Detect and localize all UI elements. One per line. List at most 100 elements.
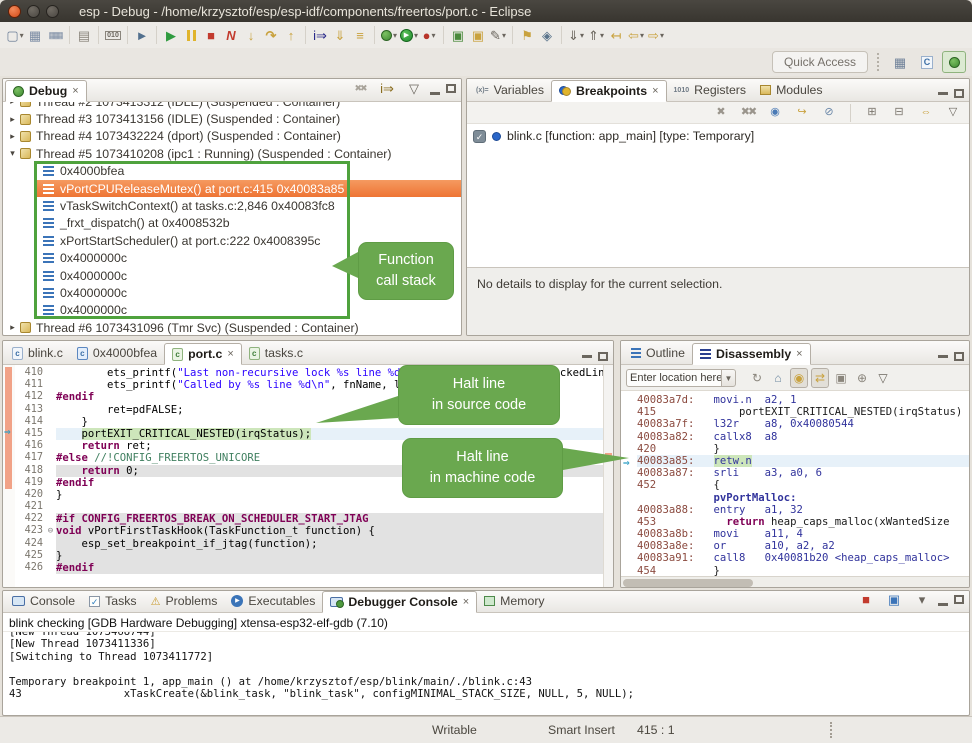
tab-executables[interactable]: ▶Executables (224, 590, 322, 612)
maximize-button[interactable] (598, 352, 608, 361)
tab-debug[interactable]: Debug× (5, 80, 87, 102)
window-maximize-button[interactable] (46, 5, 59, 18)
remove-all-terminated-button[interactable]: ✖✖ (350, 78, 370, 98)
quick-access-button[interactable]: Quick Access (772, 51, 868, 73)
stack-frame-row[interactable]: vTaskSwitchContext() at tasks.c:2,846 0x… (3, 197, 461, 214)
link-with-debug-view-toggle[interactable]: ⇔ (916, 103, 936, 123)
step-over-button[interactable]: ↷ (261, 25, 281, 45)
track-pc-toggle[interactable]: ◉ (790, 368, 808, 388)
minimize-button[interactable] (938, 92, 948, 95)
run-button[interactable]: ▶▾ (399, 25, 419, 45)
toggle-mark-occurrences[interactable]: ⚑ (517, 25, 537, 45)
save-all-button[interactable]: ▦▦ (45, 25, 65, 45)
dropdown-arrow-icon[interactable]: ▾ (393, 31, 397, 40)
tab-modules[interactable]: Modules (753, 79, 829, 101)
close-icon[interactable]: × (72, 85, 78, 97)
maximize-button[interactable] (954, 595, 964, 604)
thread-row[interactable]: ▸Thread #6 1073431096 (Tmr Svc) (Suspend… (3, 319, 461, 336)
dropdown-arrow-icon[interactable]: ▾ (640, 31, 644, 40)
close-icon[interactable]: × (227, 348, 233, 360)
window-minimize-button[interactable] (27, 5, 40, 18)
search-button[interactable]: ✎▾ (488, 25, 508, 45)
dropdown-arrow-icon[interactable]: ▾ (414, 31, 418, 40)
open-new-view-button[interactable]: ▣ (832, 368, 850, 388)
display-selected-console-button[interactable]: ▣ (884, 590, 904, 609)
save-button[interactable]: ▦ (25, 25, 45, 45)
open-perspective-button[interactable]: ▦ (888, 51, 912, 73)
location-input[interactable]: Enter location here (626, 369, 721, 387)
show-breakpoints-for-selected-button[interactable]: ◉ (765, 103, 785, 123)
skip-all-breakpoints-button[interactable]: ► (132, 25, 152, 45)
debug-perspective-button[interactable] (942, 51, 966, 73)
tree-twisty-icon[interactable]: ▾ (6, 148, 19, 159)
resume-button[interactable]: ▶ (161, 25, 181, 45)
breakpoint-checkbox[interactable]: ✓ (473, 130, 486, 143)
view-menu-button[interactable]: ▽ (404, 78, 424, 98)
dropdown-arrow-icon[interactable]: ▾ (600, 31, 604, 40)
tab-0x4000bfea[interactable]: c0x4000bfea (70, 342, 164, 364)
close-icon[interactable]: × (463, 596, 469, 608)
home-button[interactable]: ⌂ (769, 368, 787, 388)
thread-row[interactable]: ▸Thread #3 1073413156 (IDLE) (Suspended … (3, 110, 461, 127)
stack-frame-row[interactable]: 0x4000bfea (3, 163, 461, 180)
instruction-stepping-toggle[interactable]: i⇒ (310, 25, 330, 45)
skip-all-breakpoints-toggle[interactable]: ⊘ (819, 103, 839, 123)
tab-tasks[interactable]: ✓Tasks (82, 590, 143, 612)
close-icon[interactable]: × (796, 348, 802, 360)
window-close-button[interactable] (8, 5, 21, 18)
tab-debugger-console[interactable]: Debugger Console× (322, 591, 477, 613)
goto-file-for-breakpoint-button[interactable]: ↪ (792, 103, 812, 123)
tree-twisty-icon[interactable]: ▸ (6, 102, 19, 107)
editor-overview-ruler[interactable] (603, 365, 613, 588)
view-menu-button[interactable]: ▽ (874, 368, 892, 388)
minimize-button[interactable] (938, 603, 948, 606)
dropdown-arrow-icon[interactable]: ▾ (660, 31, 664, 40)
forward-button[interactable]: ⇨▾ (646, 25, 666, 45)
horizontal-scrollbar[interactable] (621, 576, 969, 588)
print-button[interactable]: ▤ (74, 25, 94, 45)
tab-breakpoints[interactable]: Breakpoints× (551, 80, 667, 102)
step-into-button[interactable]: ↓ (241, 25, 261, 45)
tree-twisty-icon[interactable]: ▸ (6, 131, 19, 142)
tab-memory[interactable]: Memory (477, 590, 551, 612)
stack-frame-row[interactable]: 0x4000000c (3, 302, 461, 319)
binary-console-button[interactable]: 010 (103, 25, 123, 45)
location-combo[interactable]: Enter location here ▼ (626, 369, 736, 387)
minimize-button[interactable] (938, 355, 948, 358)
tab-tasks-c[interactable]: ctasks.c (242, 342, 310, 364)
suspend-button[interactable] (181, 25, 201, 45)
maximize-button[interactable] (954, 352, 964, 361)
tab-blink-c[interactable]: cblink.c (5, 342, 70, 364)
close-icon[interactable]: × (652, 85, 658, 97)
new-wizard-button[interactable]: ▢▾ (5, 25, 25, 45)
dropdown-arrow-icon[interactable]: ▾ (580, 31, 584, 40)
tree-twisty-icon[interactable]: ▸ (6, 114, 19, 125)
scrollbar-thumb[interactable] (623, 579, 753, 587)
minimize-button[interactable] (430, 92, 440, 95)
back-button[interactable]: ⇦▾ (626, 25, 646, 45)
thread-row[interactable]: ▾Thread #5 1073410208 (ipc1 : Running) (… (3, 145, 461, 162)
debug-call-stack-tree[interactable]: ▸Thread #2 1073413312 (IDLE) (Suspended … (3, 102, 461, 336)
pin-view-button[interactable]: ⊕ (853, 368, 871, 388)
expand-all-button[interactable]: ⊞ (862, 103, 882, 123)
maximize-button[interactable] (446, 84, 456, 93)
sync-with-source-toggle[interactable]: ⇄ (811, 368, 829, 388)
instruction-stepping-toggle[interactable]: i⇒ (377, 78, 397, 98)
next-annotation-button[interactable]: ⇓▾ (566, 25, 586, 45)
use-step-filters-toggle[interactable]: ≡ (350, 25, 370, 45)
collapse-all-button[interactable]: ⊟ (889, 103, 909, 123)
cpp-perspective-button[interactable]: C (915, 51, 939, 73)
refresh-view-button[interactable]: ↻ (748, 368, 766, 388)
tab-outline[interactable]: Outline (623, 342, 692, 364)
terminate-button[interactable]: ■ (856, 590, 876, 609)
new-folder-button[interactable]: ▣ (448, 25, 468, 45)
thread-row[interactable]: ▸Thread #4 1073432224 (dport) (Suspended… (3, 128, 461, 145)
breakpoint-list-item[interactable]: ✓ blink.c [function: app_main] [type: Te… (467, 124, 969, 143)
disconnect-button[interactable]: N (221, 25, 241, 45)
remove-all-breakpoints-button[interactable]: ✖✖ (738, 103, 758, 123)
debug-button[interactable]: ▾ (379, 25, 399, 45)
annotations-button[interactable]: ◈ (537, 25, 557, 45)
console-output[interactable]: [New Thread 1073468744][New Thread 10734… (3, 632, 969, 716)
dropdown-arrow-icon[interactable]: ▾ (431, 31, 435, 40)
tab-problems[interactable]: ⚠Problems (144, 590, 225, 612)
